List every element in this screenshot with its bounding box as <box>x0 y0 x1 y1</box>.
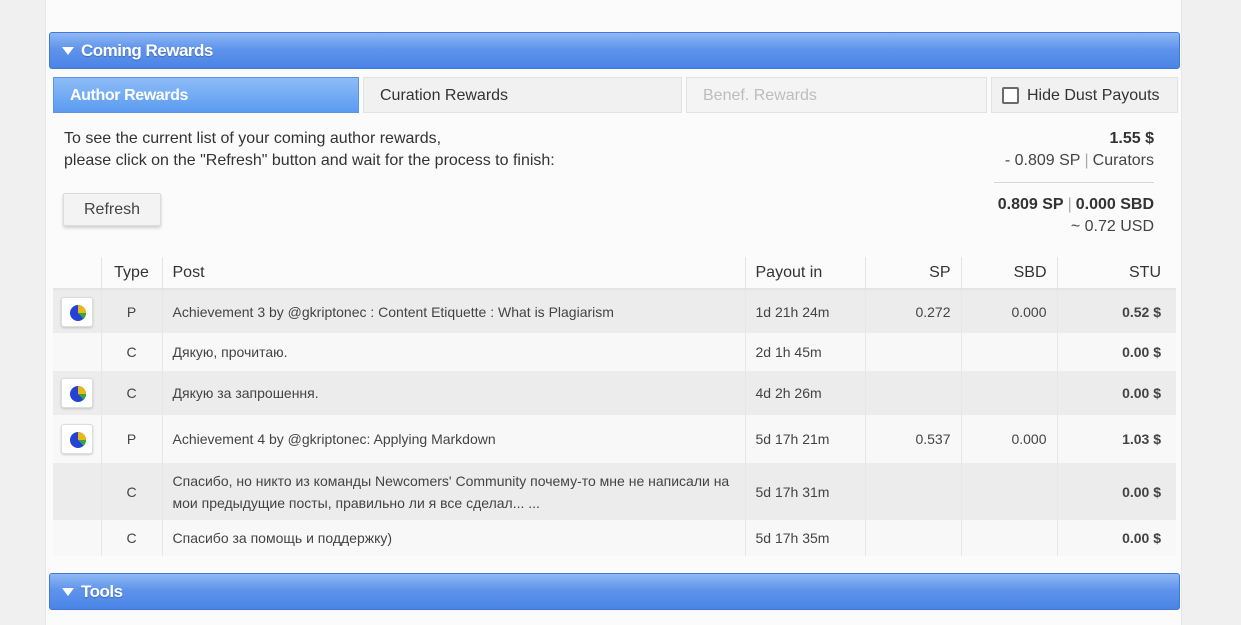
header-payout[interactable]: Payout in <box>745 257 866 290</box>
header-type[interactable]: Type <box>101 257 163 290</box>
row-sp: 0.272 <box>865 289 962 333</box>
row-icon-cell <box>53 415 102 463</box>
row-payout: 5d 17h 31m <box>745 463 866 520</box>
row-type: P <box>101 415 163 463</box>
totals-divider <box>994 182 1154 183</box>
curators-label: Curators <box>1092 152 1154 169</box>
row-type: C <box>101 371 163 415</box>
row-stu: 0.00 $ <box>1057 520 1176 556</box>
row-sbd: 0.000 <box>961 415 1058 463</box>
coming-rewards-section-header[interactable]: Coming Rewards <box>49 32 1180 69</box>
header-sbd[interactable]: SBD <box>961 257 1058 290</box>
table-row: C Спасибо за помощь и поддержку) 5d 17h … <box>53 520 1176 556</box>
table-row: C Дякую, прочитаю. 2d 1h 45m 0.00 $ <box>53 333 1176 371</box>
row-type: C <box>101 333 163 371</box>
pie-chart-icon[interactable] <box>60 296 93 327</box>
post-link[interactable]: Спасибо, но никто из команды Newcomers' … <box>162 463 746 520</box>
tab-curation-rewards[interactable]: Curation Rewards <box>363 77 682 113</box>
row-sp <box>865 520 962 556</box>
row-payout: 5d 17h 35m <box>745 520 866 556</box>
info-line-2: please click on the "Refresh" button and… <box>64 152 555 169</box>
post-link[interactable]: Achievement 3 by @gkriptonec : Content E… <box>162 289 746 333</box>
row-sp <box>865 333 962 371</box>
row-payout: 1d 21h 24m <box>745 289 866 333</box>
net-sp: 0.809 SP <box>997 196 1064 213</box>
table-row: C Спасибо, но никто из команды Newcomers… <box>53 463 1176 520</box>
post-link[interactable]: Achievement 4 by @gkriptonec: Applying M… <box>162 415 746 463</box>
row-stu: 0.00 $ <box>1057 371 1176 415</box>
row-payout: 2d 1h 45m <box>745 333 866 371</box>
section-title: Tools <box>81 582 123 601</box>
post-link[interactable]: Дякую, прочитаю. <box>162 333 746 371</box>
totals-summary: 1.55 $ - 0.809 SP | Curators <box>994 128 1154 183</box>
separator: | <box>1067 196 1072 213</box>
post-link[interactable]: Дякую за запрошення. <box>162 371 746 415</box>
header-icon <box>53 257 102 290</box>
row-sp <box>865 463 962 520</box>
rewards-tabs: Author Rewards Curation Rewards Benef. R… <box>53 77 1178 113</box>
collapse-triangle-icon <box>62 47 74 55</box>
table-row: C Дякую за запрошення. 4d 2h 26m 0.00 $ <box>53 371 1176 415</box>
row-icon-cell <box>53 520 102 556</box>
row-stu: 0.52 $ <box>1057 289 1176 333</box>
curators-line: - 0.809 SP | Curators <box>1005 150 1154 172</box>
table-row: P Achievement 4 by @gkriptonec: Applying… <box>53 415 1176 463</box>
row-payout: 5d 17h 21m <box>745 415 866 463</box>
row-sp: 0.537 <box>865 415 962 463</box>
separator: | <box>1084 152 1089 169</box>
section-title: Coming Rewards <box>81 41 213 60</box>
row-icon-cell <box>53 289 102 333</box>
row-payout: 4d 2h 26m <box>745 371 866 415</box>
row-type: C <box>101 520 163 556</box>
hide-dust-payouts-toggle[interactable]: Hide Dust Payouts <box>991 77 1178 113</box>
pie-chart-icon[interactable] <box>60 424 93 454</box>
row-stu: 0.00 $ <box>1057 463 1176 520</box>
tab-benef-rewards[interactable]: Benef. Rewards <box>686 77 987 113</box>
row-icon-cell <box>53 463 102 520</box>
curators-sp: - 0.809 SP <box>1004 152 1081 169</box>
hide-dust-label: Hide Dust Payouts <box>1027 87 1160 104</box>
pie-chart-icon[interactable] <box>60 378 93 408</box>
collapse-triangle-icon <box>62 588 74 596</box>
row-stu: 1.03 $ <box>1057 415 1176 463</box>
totals-net: 0.809 SP | 0.000 SBD ~ 0.72 USD <box>998 194 1154 238</box>
header-stu[interactable]: STU <box>1057 257 1176 290</box>
page-container: Coming Rewards Author Rewards Curation R… <box>45 0 1182 625</box>
row-type: P <box>101 289 163 333</box>
coming-rewards-table: Type Post Payout in SP SBD STU P Achieve… <box>53 257 1176 556</box>
header-sp[interactable]: SP <box>865 257 962 290</box>
total-usd: 1.55 $ <box>1109 130 1154 147</box>
hide-dust-checkbox[interactable] <box>1002 87 1019 104</box>
row-sbd <box>961 333 1058 371</box>
row-icon-cell <box>53 371 102 415</box>
net-usd-approx: ~ 0.72 USD <box>1070 218 1154 235</box>
table-row: P Achievement 3 by @gkriptonec : Content… <box>53 289 1176 333</box>
net-line: 0.809 SP | 0.000 SBD <box>998 194 1154 216</box>
header-post[interactable]: Post <box>162 257 746 290</box>
table-header-row: Type Post Payout in SP SBD STU <box>53 257 1176 290</box>
row-type: C <box>101 463 163 520</box>
row-sbd: 0.000 <box>961 289 1058 333</box>
net-sbd: 0.000 SBD <box>1075 196 1154 213</box>
row-sbd <box>961 463 1058 520</box>
row-sbd <box>961 520 1058 556</box>
tools-section-header[interactable]: Tools <box>49 573 1180 610</box>
info-line-1: To see the current list of your coming a… <box>64 130 442 147</box>
info-text: To see the current list of your coming a… <box>64 128 555 172</box>
row-sp <box>865 371 962 415</box>
row-stu: 0.00 $ <box>1057 333 1176 371</box>
row-icon-cell <box>53 333 102 371</box>
refresh-button[interactable]: Refresh <box>63 193 161 226</box>
tab-author-rewards[interactable]: Author Rewards <box>53 77 359 113</box>
row-sbd <box>961 371 1058 415</box>
post-link[interactable]: Спасибо за помощь и поддержку) <box>162 520 746 556</box>
